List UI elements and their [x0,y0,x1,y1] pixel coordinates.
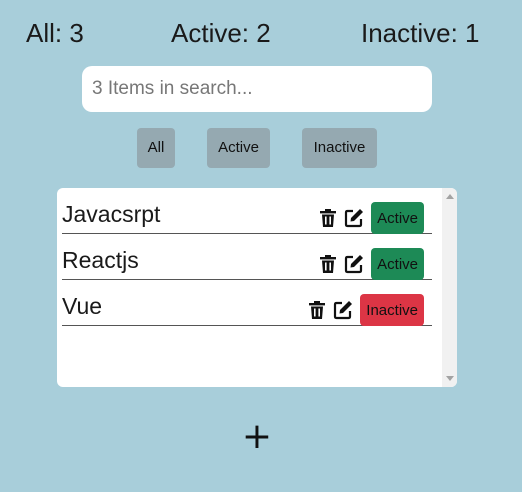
edit-icon[interactable] [343,253,365,275]
filter-active-button[interactable]: Active [207,128,270,168]
list-item: Javacsrpt Active [62,188,432,234]
item-list: Javacsrpt Active Reactjs Active Vue Inac… [57,188,457,387]
all-count: All: 3 [26,18,84,48]
scroll-up-arrow-icon[interactable] [446,194,454,199]
filter-all-button[interactable]: All [137,128,175,168]
item-actions: Active [317,202,424,234]
edit-icon[interactable] [343,207,365,229]
item-list-content: Javacsrpt Active Reactjs Active Vue Inac… [62,188,432,326]
list-item: Reactjs Active [62,234,432,280]
trash-icon[interactable] [317,207,339,229]
status-counters: All: 3 Active: 2 Inactive: 1 [0,14,522,52]
status-toggle-button[interactable]: Inactive [360,294,424,326]
item-name: Javacsrpt [62,201,161,227]
item-name: Reactjs [62,247,139,273]
inactive-count: Inactive: 1 [361,18,480,48]
edit-icon[interactable] [332,299,354,321]
item-actions: Active [317,248,424,280]
status-toggle-button[interactable]: Active [371,248,424,280]
search-input[interactable] [82,66,432,112]
item-name: Vue [62,293,103,319]
item-actions: Inactive [306,294,424,326]
add-item-button[interactable]: + [236,416,278,458]
list-scrollbar[interactable] [442,188,457,387]
list-item: Vue Inactive [62,280,432,326]
active-count: Active: 2 [171,18,271,48]
trash-icon[interactable] [317,253,339,275]
scroll-down-arrow-icon[interactable] [446,376,454,381]
trash-icon[interactable] [306,299,328,321]
status-toggle-button[interactable]: Active [371,202,424,234]
filter-inactive-button[interactable]: Inactive [302,128,377,168]
